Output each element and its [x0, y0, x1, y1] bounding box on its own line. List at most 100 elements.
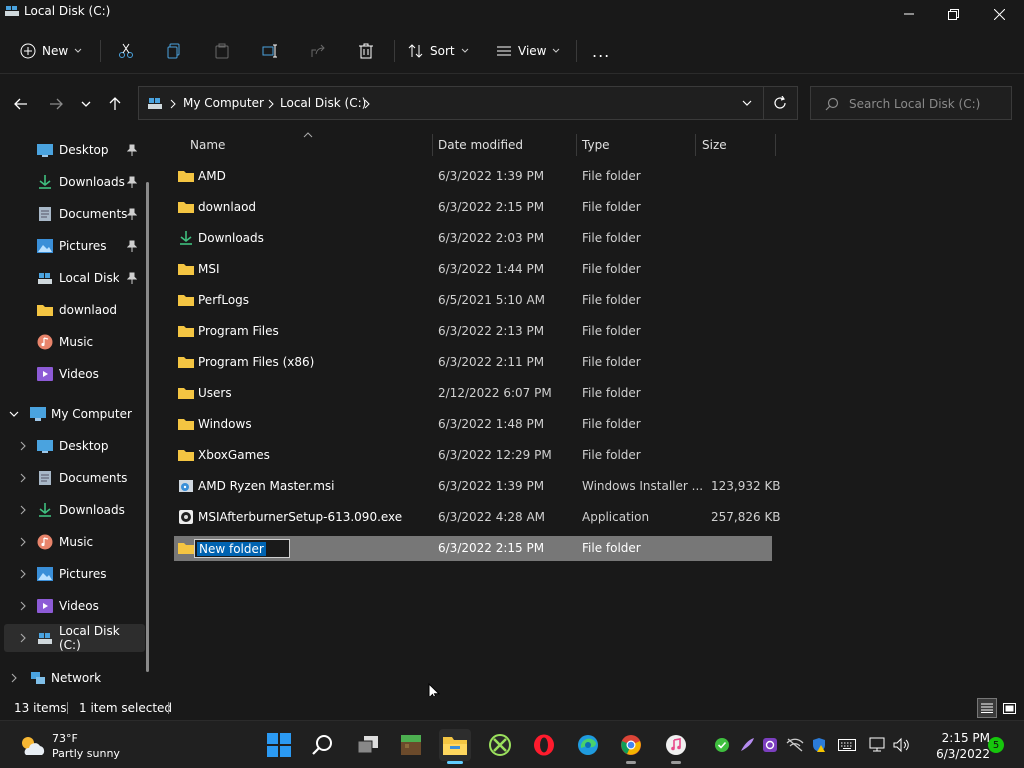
nav-item-music[interactable]: Music: [0, 328, 145, 356]
table-row-new-folder[interactable]: New folder 6/3/2022 2:15 PM File folder: [174, 536, 772, 561]
minimize-button[interactable]: [886, 0, 932, 28]
chevron-right-icon[interactable]: [18, 441, 28, 451]
large-icons-view-button[interactable]: [999, 698, 1019, 718]
column-separator[interactable]: [775, 134, 776, 156]
nav-item-label: Documents: [59, 207, 128, 221]
navigation-scrollbar[interactable]: [146, 182, 149, 672]
xbox-icon: [489, 734, 511, 756]
column-header-size[interactable]: Size: [702, 132, 772, 158]
tray-pen-app[interactable]: [737, 735, 757, 755]
up-button[interactable]: [103, 92, 127, 116]
refresh-icon[interactable]: [773, 96, 787, 110]
back-button[interactable]: [9, 92, 33, 116]
chevron-right-icon[interactable]: [18, 601, 28, 611]
chevron-right-icon[interactable]: [18, 633, 28, 643]
xbox-taskbar-app[interactable]: [484, 729, 516, 761]
pin-icon: [127, 240, 137, 252]
column-separator[interactable]: [576, 134, 577, 156]
column-separator[interactable]: [695, 134, 696, 156]
notification-badge[interactable]: 5: [988, 737, 1004, 753]
tray-display[interactable]: [868, 735, 888, 755]
column-header-date[interactable]: Date modified: [438, 132, 576, 158]
close-button[interactable]: [976, 0, 1022, 28]
clock-date: 6/3/2022: [936, 747, 990, 761]
chevron-right-icon[interactable]: [18, 569, 28, 579]
table-row[interactable]: Program Files 6/3/2022 2:13 PM File folder: [174, 319, 772, 344]
speaker-icon: [893, 737, 909, 753]
nav-item-pc-music[interactable]: Music: [0, 528, 145, 556]
file-explorer-taskbar-app[interactable]: [439, 729, 471, 764]
table-row[interactable]: PerfLogs 6/5/2021 5:10 AM File folder: [174, 288, 772, 313]
system-clock[interactable]: 2:15 PM 6/3/2022: [920, 730, 990, 762]
nav-item-desktop[interactable]: Desktop: [0, 136, 145, 164]
table-row[interactable]: Program Files (x86) 6/3/2022 2:11 PM File …: [174, 350, 772, 375]
chevron-down-icon[interactable]: [741, 99, 753, 109]
task-view-button[interactable]: [352, 729, 384, 761]
table-row[interactable]: MSI 6/3/2022 1:44 PM File folder: [174, 257, 772, 282]
table-row[interactable]: downlaod 6/3/2022 2:15 PM File folder: [174, 195, 772, 220]
chevron-right-icon[interactable]: [18, 473, 28, 483]
paste-button[interactable]: [214, 36, 230, 66]
rename-button[interactable]: [262, 36, 278, 66]
table-row[interactable]: MSIAfterburnerSetup-613.090.exe 6/3/2022 …: [174, 505, 781, 530]
nav-item-network[interactable]: Network: [0, 664, 145, 692]
table-row[interactable]: Windows 6/3/2022 1:48 PM File folder: [174, 412, 772, 437]
nav-item-pictures[interactable]: Pictures: [0, 232, 145, 260]
tray-keyboard[interactable]: [837, 735, 857, 755]
chevron-right-icon[interactable]: [18, 505, 28, 515]
nav-item-videos[interactable]: Videos: [0, 360, 145, 388]
itunes-taskbar-app[interactable]: [660, 729, 692, 764]
start-button[interactable]: [263, 729, 295, 761]
nav-item-local-disk-pinned[interactable]: Local Disk (C:): [0, 264, 145, 292]
table-row[interactable]: AMD 6/3/2022 1:39 PM File folder: [174, 164, 772, 189]
new-button[interactable]: New: [20, 36, 82, 66]
nav-item-documents[interactable]: Documents: [0, 200, 145, 228]
nav-item-pc-documents[interactable]: Documents: [0, 464, 145, 492]
nav-item-downlaod[interactable]: downlaod: [0, 296, 145, 324]
restore-button[interactable]: [930, 0, 976, 28]
column-separator[interactable]: [432, 134, 433, 156]
view-button[interactable]: View: [496, 36, 560, 66]
search-input[interactable]: [849, 95, 1005, 113]
nav-item-pc-local-disk[interactable]: Local Disk (C:): [4, 624, 145, 652]
tray-defender-warning[interactable]: [809, 735, 829, 755]
tray-volume[interactable]: [892, 735, 912, 755]
search-box[interactable]: [810, 86, 1012, 120]
column-header-type[interactable]: Type: [582, 132, 694, 158]
breadcrumb-local-disk[interactable]: Local Disk (C:): [280, 96, 366, 110]
share-button[interactable]: [310, 36, 326, 66]
details-view-button[interactable]: [977, 698, 997, 718]
tray-network-off[interactable]: [785, 735, 805, 755]
opera-taskbar-app[interactable]: [528, 729, 560, 761]
table-row[interactable]: XboxGames 6/3/2022 12:29 PM File folder: [174, 443, 772, 468]
chevron-down-icon[interactable]: [9, 409, 19, 419]
chevron-right-icon[interactable]: [9, 673, 19, 683]
tray-privacy-app[interactable]: [760, 735, 780, 755]
recent-locations-button[interactable]: [74, 92, 98, 116]
chevron-right-icon[interactable]: [18, 537, 28, 547]
table-row[interactable]: Users 2/12/2022 6:07 PM File folder: [174, 381, 772, 406]
table-row[interactable]: Downloads 6/3/2022 2:03 PM File folder: [174, 226, 772, 251]
nav-item-pc-videos[interactable]: Videos: [0, 592, 145, 620]
more-options-button[interactable]: ...: [592, 36, 610, 66]
tray-security-check[interactable]: [712, 735, 732, 755]
nav-item-my-computer[interactable]: My Computer: [0, 400, 145, 428]
nav-item-pc-desktop[interactable]: Desktop: [0, 432, 145, 460]
nav-item-pc-downloads[interactable]: Downloads: [0, 496, 145, 524]
minecraft-taskbar-app[interactable]: [395, 729, 427, 761]
cut-button[interactable]: [118, 36, 134, 66]
column-header-label: Size: [702, 138, 727, 152]
sort-button[interactable]: Sort: [408, 36, 469, 66]
address-bar[interactable]: My Computer Local Disk (C:): [138, 86, 798, 120]
search-taskbar-button[interactable]: [307, 729, 339, 761]
delete-button[interactable]: [358, 36, 374, 66]
copy-button[interactable]: [166, 36, 182, 66]
chrome-taskbar-app[interactable]: [615, 729, 647, 764]
edge-taskbar-app[interactable]: [572, 729, 604, 761]
table-row[interactable]: AMD Ryzen Master.msi 6/3/2022 1:39 PM Wind…: [174, 474, 781, 499]
forward-button[interactable]: [44, 92, 68, 116]
breadcrumb-my-computer[interactable]: My Computer: [183, 96, 264, 110]
nav-item-downloads[interactable]: Downloads: [0, 168, 145, 196]
column-header-name[interactable]: Name: [190, 132, 430, 158]
nav-item-pc-pictures[interactable]: Pictures: [0, 560, 145, 588]
